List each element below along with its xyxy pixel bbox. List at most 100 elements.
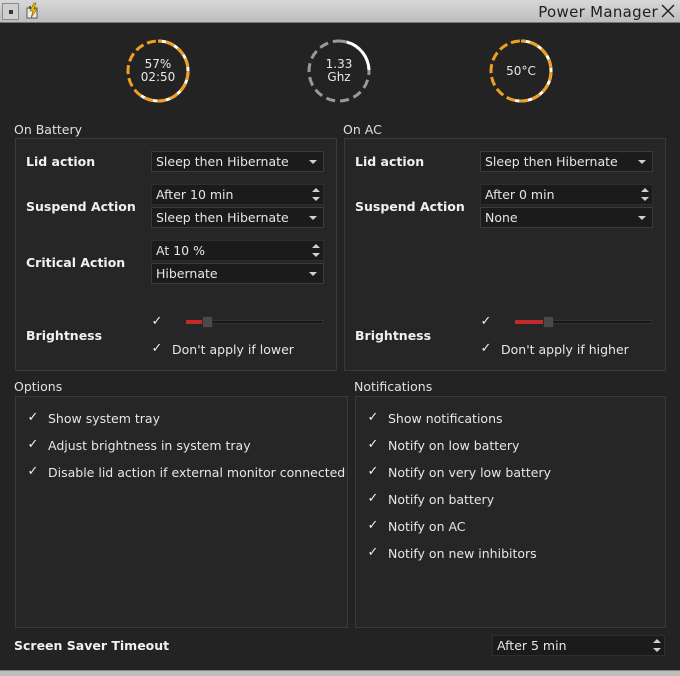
spin-down-icon[interactable]: [312, 197, 320, 201]
ac-brightness-label: Brightness: [355, 328, 432, 343]
ac-dont-apply-label: Don't apply if higher: [501, 341, 629, 357]
close-icon[interactable]: [660, 3, 676, 19]
chevron-down-icon: [309, 216, 317, 220]
on-battery-group-label: On Battery: [14, 122, 82, 137]
checkmark-icon: ✓: [27, 437, 39, 452]
battery-critical-level-value: At 10 %: [156, 243, 205, 258]
slider-handle[interactable]: [543, 316, 554, 328]
spin-down-icon[interactable]: [653, 648, 661, 652]
power-manager-app-icon: [26, 2, 38, 19]
on-battery-group: Lid action Sleep then Hibernate Suspend …: [15, 138, 337, 371]
battery-time-remaining: 02:50: [140, 70, 176, 84]
option-disable-lid-action[interactable]: ✓ Disable lid action if external monitor…: [26, 464, 346, 480]
ac-brightness-slider[interactable]: [515, 316, 652, 328]
ac-lid-action-label: Lid action: [355, 154, 425, 169]
chevron-down-icon: [638, 160, 646, 164]
spin-up-icon[interactable]: [641, 188, 649, 192]
window-bottom-edge: [0, 670, 680, 676]
screen-saver-timeout-value: After 5 min: [497, 638, 567, 653]
notification-label: Notify on battery: [388, 491, 495, 507]
battery-lid-action-select[interactable]: Sleep then Hibernate: [151, 151, 324, 172]
checkmark-icon: ✓: [151, 341, 163, 356]
spin-up-icon[interactable]: [312, 244, 320, 248]
notification-label: Show notifications: [388, 410, 503, 426]
chevron-down-icon: [638, 216, 646, 220]
notify-show-notifications[interactable]: ✓ Show notifications: [366, 410, 503, 426]
ac-lid-action-select[interactable]: Sleep then Hibernate: [480, 151, 653, 172]
on-ac-group-label: On AC: [343, 122, 382, 137]
chevron-down-icon: [309, 272, 317, 276]
slider-handle[interactable]: [202, 316, 213, 328]
notification-label: Notify on very low battery: [388, 464, 552, 480]
option-adjust-brightness-tray[interactable]: ✓ Adjust brightness in system tray: [26, 437, 251, 453]
window-title: Power Manager: [538, 3, 658, 21]
notify-new-inhibitors[interactable]: ✓ Notify on new inhibitors: [366, 545, 537, 561]
option-label: Disable lid action if external monitor c…: [48, 464, 346, 480]
spin-down-icon[interactable]: [312, 253, 320, 257]
checkmark-icon: ✓: [27, 410, 39, 425]
screen-saver-timeout-label: Screen Saver Timeout: [14, 638, 170, 653]
notify-low-battery[interactable]: ✓ Notify on low battery: [366, 437, 520, 453]
ac-suspend-time-spinbox[interactable]: After 0 min: [480, 184, 653, 205]
battery-brightness-slider[interactable]: [186, 316, 323, 328]
battery-dont-apply-checkbox[interactable]: ✓ Don't apply if lower: [150, 341, 294, 357]
spin-up-icon[interactable]: [653, 639, 661, 643]
battery-suspend-time-spinbox[interactable]: After 10 min: [151, 184, 324, 205]
notify-on-battery[interactable]: ✓ Notify on battery: [366, 491, 495, 507]
ac-suspend-action-label: Suspend Action: [355, 199, 465, 214]
battery-suspend-time-value: After 10 min: [156, 187, 234, 202]
notification-label: Notify on low battery: [388, 437, 520, 453]
battery-lid-action-value: Sleep then Hibernate: [156, 154, 289, 169]
notification-label: Notify on new inhibitors: [388, 545, 537, 561]
temperature-gauge: 50°C: [488, 38, 554, 104]
battery-critical-action-value: Hibernate: [156, 266, 218, 281]
notification-label: Notify on AC: [388, 518, 466, 534]
notifications-group-label: Notifications: [354, 379, 433, 394]
checkmark-icon: ✓: [367, 545, 379, 560]
checkmark-icon: ✓: [27, 464, 39, 479]
battery-suspend-action-value: Sleep then Hibernate: [156, 210, 289, 225]
options-group: ✓ Show system tray ✓ Adjust brightness i…: [15, 396, 348, 628]
notify-very-low-battery[interactable]: ✓ Notify on very low battery: [366, 464, 551, 480]
option-label: Show system tray: [48, 410, 160, 426]
checkmark-icon: ✓: [367, 491, 379, 506]
checkmark-icon: ✓: [367, 464, 379, 479]
checkmark-icon: ✓: [480, 341, 492, 356]
checkmark-icon: ✓: [480, 314, 492, 329]
temperature-value: 50°C: [506, 63, 536, 78]
ac-lid-action-value: Sleep then Hibernate: [485, 154, 618, 169]
battery-suspend-action-label: Suspend Action: [26, 199, 136, 214]
ac-suspend-time-value: After 0 min: [485, 187, 555, 202]
battery-critical-action-select[interactable]: Hibernate: [151, 263, 324, 284]
cpu-frequency-unit: Ghz: [327, 70, 351, 84]
battery-critical-level-spinbox[interactable]: At 10 %: [151, 240, 324, 261]
option-show-system-tray[interactable]: ✓ Show system tray: [26, 410, 160, 426]
battery-brightness-checkbox[interactable]: ✓: [150, 314, 172, 330]
ac-suspend-action-value: None: [485, 210, 518, 225]
ac-dont-apply-checkbox[interactable]: ✓ Don't apply if higher: [479, 341, 629, 357]
battery-brightness-label: Brightness: [26, 328, 103, 343]
battery-lid-action-label: Lid action: [26, 154, 96, 169]
spin-up-icon[interactable]: [312, 188, 320, 192]
checkmark-icon: ✓: [151, 314, 163, 329]
ac-suspend-action-select[interactable]: None: [480, 207, 653, 228]
screen-saver-timeout-spinbox[interactable]: After 5 min: [492, 635, 665, 656]
options-group-label: Options: [14, 379, 63, 394]
checkmark-icon: ✓: [367, 437, 379, 452]
battery-critical-action-label: Critical Action: [26, 255, 126, 270]
title-bar: Power Manager: [0, 0, 680, 23]
main-panel: 57% 02:50 1.33 Ghz 50°C On Battery Lid a…: [0, 23, 680, 676]
checkmark-icon: ✓: [367, 518, 379, 533]
spin-down-icon[interactable]: [641, 197, 649, 201]
window-menu-button[interactable]: [2, 3, 19, 20]
on-ac-group: Lid action Sleep then Hibernate Suspend …: [344, 138, 666, 371]
ac-brightness-checkbox[interactable]: ✓: [479, 314, 501, 330]
notifications-group: ✓ Show notifications ✓ Notify on low bat…: [355, 396, 666, 628]
battery-dont-apply-label: Don't apply if lower: [172, 341, 294, 357]
chevron-down-icon: [309, 160, 317, 164]
option-label: Adjust brightness in system tray: [48, 437, 251, 453]
cpu-frequency-gauge: 1.33 Ghz: [306, 38, 372, 104]
battery-suspend-action-select[interactable]: Sleep then Hibernate: [151, 207, 324, 228]
battery-gauge: 57% 02:50: [125, 38, 191, 104]
notify-on-ac[interactable]: ✓ Notify on AC: [366, 518, 466, 534]
